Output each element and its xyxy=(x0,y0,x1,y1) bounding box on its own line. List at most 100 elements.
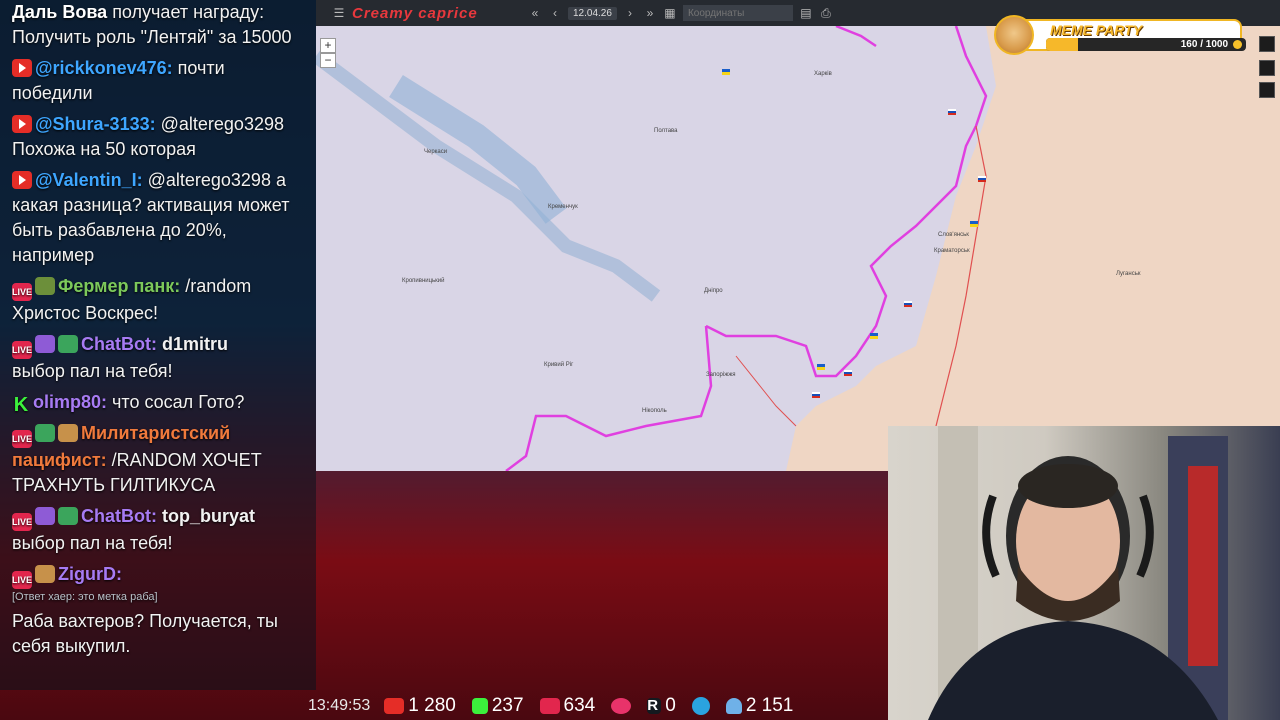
chat-message: @rickkonev476: почти победили xyxy=(12,56,308,106)
chat-nick[interactable]: ZigurD: xyxy=(58,564,122,584)
rutube-viewers: R 0 xyxy=(647,695,676,717)
kick-badge-icon: K xyxy=(13,394,29,416)
telegram-icon xyxy=(691,697,710,715)
youtube-count: 1 280 xyxy=(408,695,456,716)
meme-party-widget: MEME PARTY 160 / 1000 xyxy=(990,15,1248,55)
vkplay-icon xyxy=(611,698,632,714)
live-badge-icon: LIVE xyxy=(12,341,32,359)
chat-nick[interactable]: ChatBot: xyxy=(81,506,157,526)
meme-party-bar: MEME PARTY 160 / 1000 xyxy=(998,19,1246,51)
emo-badge-icon xyxy=(35,335,55,353)
ruler-icon[interactable] xyxy=(1259,60,1275,76)
date-field[interactable]: 12.04.26 xyxy=(568,6,617,20)
city-label: Луганськ xyxy=(1116,271,1141,277)
chat-reply: [Ответ хаер: это метка раба] xyxy=(12,591,158,603)
stream-stats-bar: 13:49:53 1 280 237 634 R 0 2 151 xyxy=(308,692,888,720)
chat-nick[interactable]: olimp80: xyxy=(33,392,107,412)
city-label: Черкаси xyxy=(424,149,448,155)
menu-icon[interactable]: ☰ xyxy=(332,6,346,20)
meme-count: 160 / 1000 xyxy=(1180,39,1228,50)
emo3-badge-icon xyxy=(58,424,78,442)
chat-nick[interactable]: @Shura-3133: xyxy=(35,114,156,134)
fullscreen-icon[interactable] xyxy=(1259,82,1275,98)
vk-viewers xyxy=(611,698,632,714)
chat-text: выбор пал на тебя! xyxy=(12,361,173,381)
next-icon[interactable]: › xyxy=(623,6,637,20)
city-label: Нікополь xyxy=(642,408,667,414)
city-label: Кропивницький xyxy=(402,278,445,284)
coords-input[interactable] xyxy=(682,5,793,21)
clock: 13:49:53 xyxy=(308,697,371,714)
next-fast-icon[interactable]: » xyxy=(643,6,657,20)
telegram-viewers xyxy=(691,697,710,715)
rutube-icon: R xyxy=(647,698,662,714)
chat-message: LIVE ZigurD: [Ответ хаер: это метка раба]… xyxy=(12,562,308,659)
doc-icon[interactable]: ▤ xyxy=(799,6,813,20)
prev-icon[interactable]: ‹ xyxy=(548,6,562,20)
emo-badge-icon xyxy=(35,507,55,525)
zoom-in-button[interactable]: + xyxy=(320,38,336,53)
chat-message: @Shura-3133: @alterego3298 Похожа на 50 … xyxy=(12,112,308,162)
city-label: Кременчук xyxy=(548,204,578,210)
chat-panel: Даль Вова получает награду: Получить рол… xyxy=(0,0,316,690)
kick-icon xyxy=(471,698,488,714)
kick-count: 237 xyxy=(491,695,524,716)
map-tool-button[interactable] xyxy=(1259,36,1275,52)
meme-party-title: MEME PARTY xyxy=(1050,22,1143,38)
emo4-badge-icon xyxy=(58,335,78,353)
yt-badge-icon xyxy=(12,171,32,189)
yt-badge-icon xyxy=(12,115,32,133)
chat-nick[interactable]: @rickkonev476: xyxy=(35,58,173,78)
chat-message: Kolimp80: что сосал Гото? xyxy=(12,390,308,415)
emo4-badge-icon xyxy=(58,507,78,525)
kick-viewers: 237 xyxy=(471,695,524,717)
total-count: 2 151 xyxy=(745,695,794,716)
emo4-badge-icon xyxy=(35,424,55,442)
map-view[interactable]: + − Черкаси Полтава Харків Кременчук Дні… xyxy=(316,26,1280,471)
chat-nick[interactable]: Фермер панк: xyxy=(58,276,180,296)
chat-text: Раба вахтеров? Получается, ты себя выкуп… xyxy=(12,611,278,656)
chat-text: d1mitru xyxy=(162,334,229,354)
webcam-feed xyxy=(888,426,1280,720)
live-viewers: 634 xyxy=(539,695,596,717)
rutube-count: 0 xyxy=(665,695,676,716)
chat-message: Даль Вова получает награду: Получить рол… xyxy=(12,0,308,50)
chat-nick[interactable]: Даль Вова xyxy=(12,2,107,22)
brand-title: Creamy caprice xyxy=(352,4,478,22)
live-badge-icon: LIVE xyxy=(12,571,32,589)
chat-message: LIVE ChatBot: top_buryat выбор пал на тебя… xyxy=(12,504,308,556)
city-label: Краматорськ xyxy=(934,248,970,254)
city-label: Харків xyxy=(814,71,832,77)
city-label: Слов'янськ xyxy=(938,232,969,238)
chat-text: выбор пал на тебя! xyxy=(12,533,173,553)
stream-overlay: Даль Вова получает награду: Получить рол… xyxy=(0,0,1280,720)
chat-nick[interactable]: ChatBot: xyxy=(81,334,157,354)
user-icon xyxy=(725,698,742,714)
chat-message: LIVE ChatBot: d1mitru выбор пал на тебя! xyxy=(12,332,308,384)
zoom-out-button[interactable]: − xyxy=(320,53,336,68)
live-count: 634 xyxy=(563,695,596,716)
print-icon[interactable]: ⎙ xyxy=(819,6,833,21)
streamer-image xyxy=(928,426,1228,720)
meme-progress-track: 160 / 1000 xyxy=(1046,38,1246,51)
chat-text: что сосал Гото? xyxy=(112,392,245,412)
live-badge-icon: LIVE xyxy=(12,430,32,448)
city-label: Полтава xyxy=(654,128,678,134)
live-badge-icon: LIVE xyxy=(12,283,32,301)
chat-message: @Valentin_I: @alterego3298 а какая разни… xyxy=(12,168,308,268)
chat-text: top_buryat xyxy=(162,506,256,526)
chat-message: LIVE Фермер панк: /random Христос Воскрес… xyxy=(12,274,308,326)
layers-icon[interactable]: ▦ xyxy=(663,6,677,20)
coin-icon xyxy=(1233,40,1242,49)
city-label: Кривий Ріг xyxy=(544,362,574,368)
prev-fast-icon[interactable]: « xyxy=(528,6,542,20)
map-canvas xyxy=(316,26,1280,471)
chat-message: LIVE Милитаристский пацифист: /RANDOM ХОЧ… xyxy=(12,421,308,498)
youtube-icon xyxy=(384,698,405,714)
emo3-badge-icon xyxy=(35,565,55,583)
meme-progress-fill xyxy=(1046,38,1078,51)
city-label: Запоріжжя xyxy=(706,372,736,378)
emo2-badge-icon xyxy=(35,277,55,295)
chat-nick[interactable]: @Valentin_I: xyxy=(35,170,143,190)
live-icon xyxy=(539,698,560,714)
